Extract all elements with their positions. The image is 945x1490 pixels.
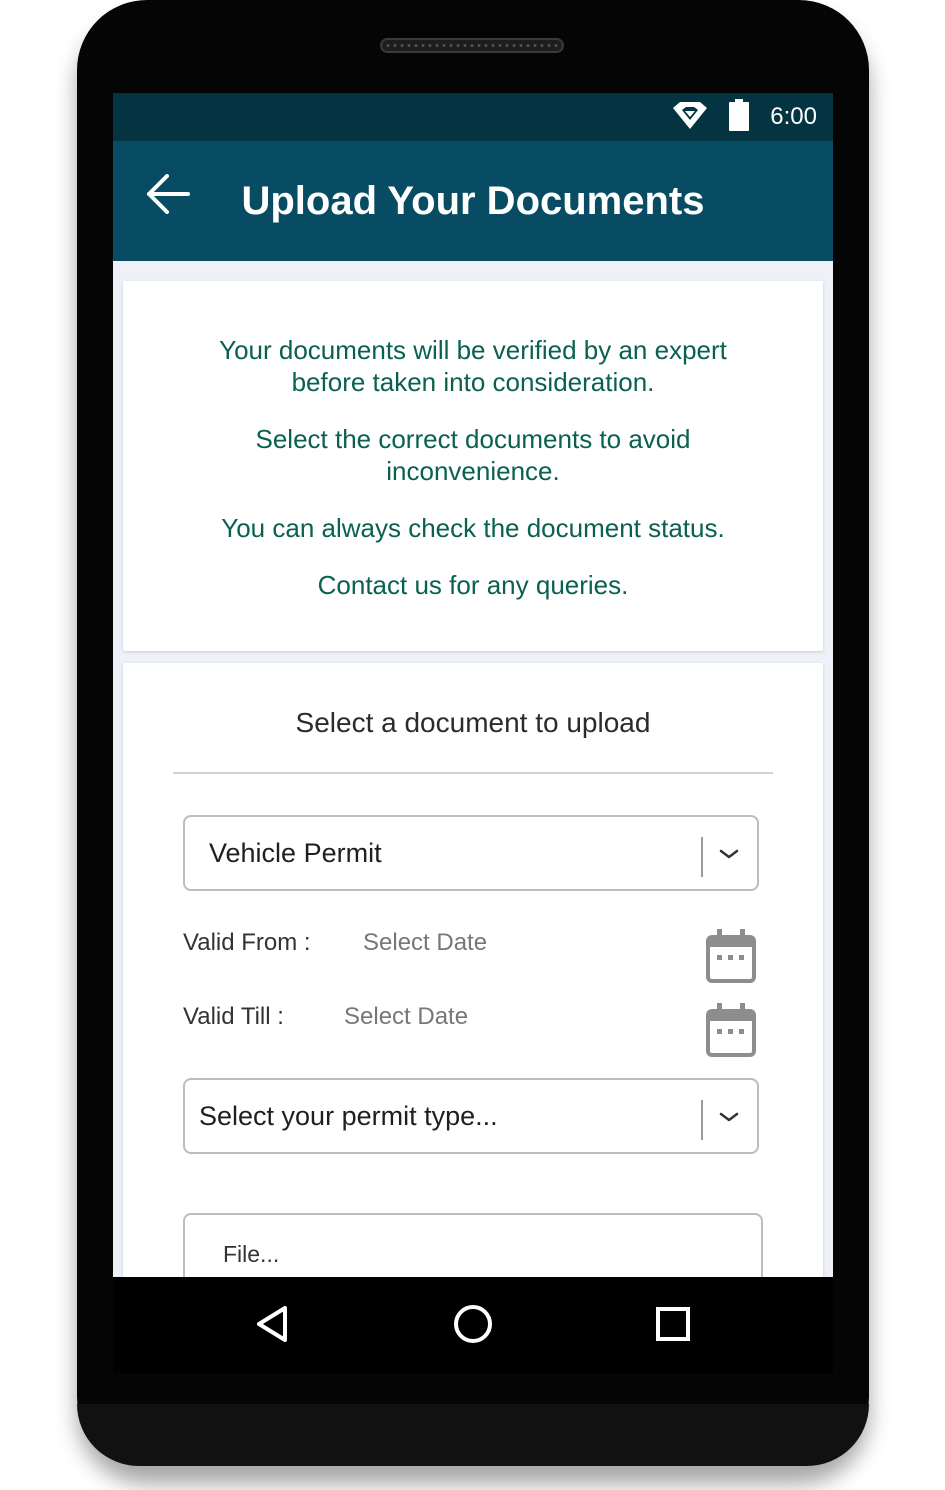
calendar-icon[interactable] [706,1003,756,1057]
form-heading: Select a document to upload [295,707,651,738]
info-line: Contact us for any queries. [317,570,629,600]
calendar-icon[interactable] [706,929,756,983]
nav-back-button[interactable] [248,1301,298,1351]
info-line: You can always check the document status… [221,513,725,543]
battery-icon [728,98,750,136]
valid-from-label: Valid From : [183,929,311,956]
valid-till-label: Valid Till : [183,1003,284,1030]
recents-square-icon [653,1304,693,1349]
back-triangle-icon [253,1304,293,1349]
nav-recents-button[interactable] [648,1301,698,1351]
info-line: Your documents will be verified by an ex… [219,335,727,365]
navigation-bar [113,1277,833,1373]
upload-form-card: Select a document to upload Vehicle Perm… [123,663,823,1277]
status-time: 6:00 [770,103,817,130]
valid-from-date-field[interactable]: Select Date [363,929,487,957]
permit-type-value: Select your permit type... [199,1101,498,1131]
app-bar: Upload Your Documents [113,141,833,261]
select-separator [701,1100,703,1140]
chevron-down-icon [717,843,741,867]
info-line: Select the correct documents to avoid [255,424,691,454]
info-line: inconvenience. [386,456,560,486]
document-type-select[interactable]: Vehicle Permit [183,815,759,891]
permit-type-select[interactable]: Select your permit type... [183,1078,759,1154]
status-icons: 6:00 [672,93,817,141]
speaker-grille [380,38,564,53]
phone-chin [77,1404,869,1466]
page-title: Upload Your Documents [241,179,705,223]
screen: 6:00 Upload Your Documents Your document… [113,93,833,1277]
document-type-value: Vehicle Permit [209,838,382,868]
info-line: before taken into consideration. [291,367,655,397]
divider [173,772,773,774]
file-input[interactable]: File... [183,1213,763,1277]
nav-home-button[interactable] [448,1301,498,1351]
info-card: Your documents will be verified by an ex… [123,281,823,651]
status-bar: 6:00 [113,93,833,141]
valid-till-date-field[interactable]: Select Date [344,1003,468,1031]
chevron-down-icon [717,1106,741,1130]
home-circle-icon [453,1304,493,1349]
wifi-icon [672,100,708,135]
file-input-label: File... [223,1241,280,1267]
select-separator [701,837,703,877]
